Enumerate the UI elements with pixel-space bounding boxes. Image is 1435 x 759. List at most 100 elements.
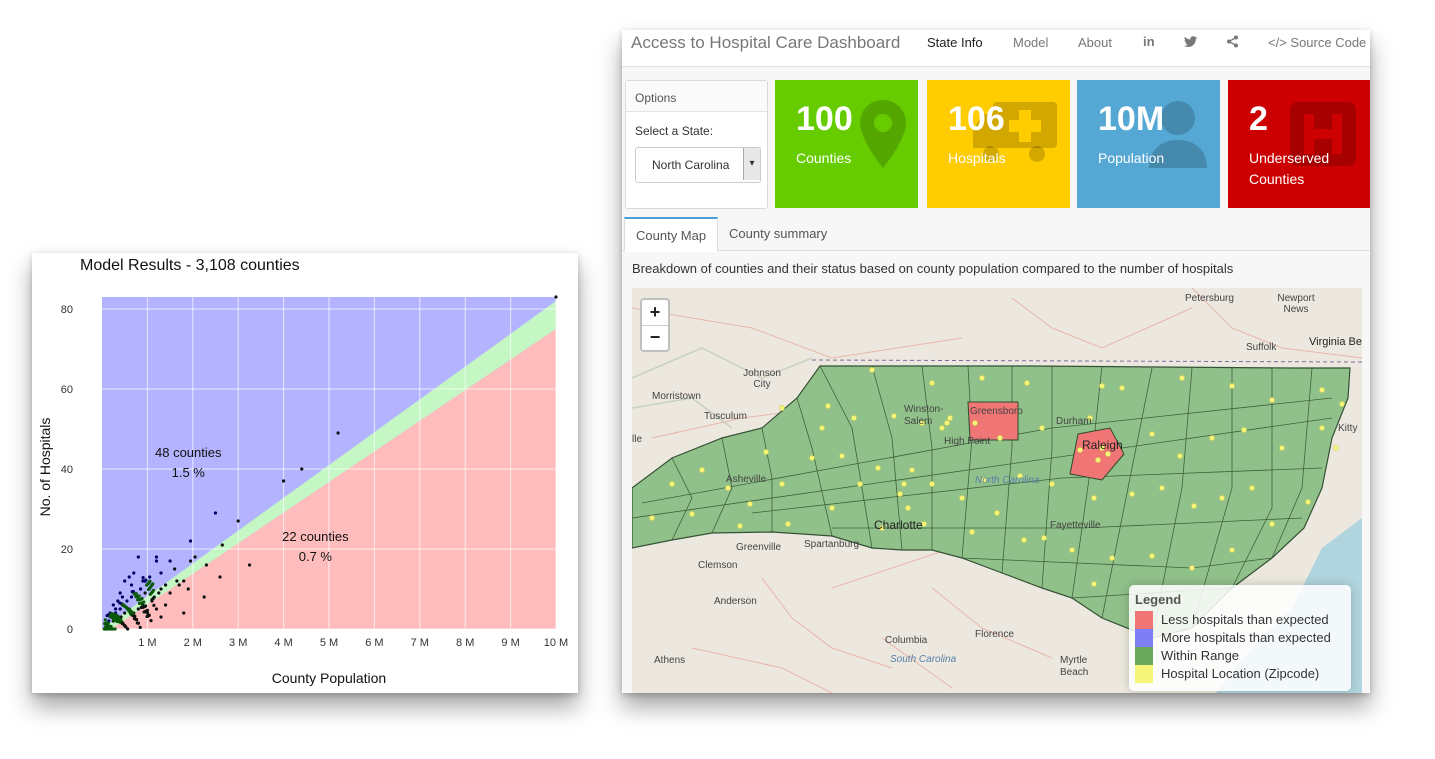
twitter-icon[interactable] <box>1184 36 1198 48</box>
hospital-marker[interactable] <box>994 510 1000 516</box>
hospital-marker[interactable] <box>1279 445 1285 451</box>
hospital-marker[interactable] <box>1149 431 1155 437</box>
hospital-marker[interactable] <box>875 465 881 471</box>
hospital-marker[interactable] <box>891 413 897 419</box>
hospital-marker[interactable] <box>763 449 769 455</box>
hospital-marker[interactable] <box>649 515 655 521</box>
hospital-marker[interactable] <box>959 495 965 501</box>
nav-state-info[interactable]: State Info <box>927 35 983 50</box>
hospital-marker[interactable] <box>1041 535 1047 541</box>
hospital-marker[interactable] <box>825 403 831 409</box>
hospital-marker[interactable] <box>1339 401 1345 407</box>
hospital-marker[interactable] <box>1269 397 1275 403</box>
hospital-marker[interactable] <box>1305 499 1311 505</box>
hospital-marker[interactable] <box>819 425 825 431</box>
hospital-marker[interactable] <box>897 491 903 497</box>
hospital-marker[interactable] <box>1319 425 1325 431</box>
hospital-marker[interactable] <box>1229 383 1235 389</box>
hospital-marker[interactable] <box>1177 453 1183 459</box>
x-axis-label: County Population <box>272 670 386 686</box>
hospital-marker[interactable] <box>1024 380 1030 386</box>
chart-annotation: 1.5 % <box>172 465 206 480</box>
hospital-marker[interactable] <box>839 453 845 459</box>
hospital-marker[interactable] <box>699 467 705 473</box>
hospital-marker[interactable] <box>669 481 675 487</box>
hospital-marker[interactable] <box>725 485 731 491</box>
hospital-marker[interactable] <box>1241 427 1247 433</box>
hospital-marker[interactable] <box>1069 547 1075 553</box>
legend-label-less: Less hospitals than expected <box>1161 612 1329 627</box>
hospital-marker[interactable] <box>1149 553 1155 559</box>
hospital-marker[interactable] <box>1209 435 1215 441</box>
hospital-marker[interactable] <box>851 415 857 421</box>
data-point <box>126 627 130 631</box>
app-title[interactable]: Access to Hospital Care Dashboard <box>631 33 900 53</box>
hospital-marker[interactable] <box>1229 547 1235 553</box>
hospital-marker[interactable] <box>1039 425 1045 431</box>
county-map[interactable]: + − Petersburg Newport News Suffolk Virg… <box>632 288 1362 693</box>
source-code-link[interactable]: </> Source Code <box>1268 35 1366 50</box>
hospital-marker[interactable] <box>1179 375 1185 381</box>
hospital-marker[interactable] <box>1249 485 1255 491</box>
hospital-marker[interactable] <box>829 505 835 511</box>
hospital-marker[interactable] <box>857 481 863 487</box>
legend-swatch-hospital <box>1135 665 1153 683</box>
hospital-marker[interactable] <box>1333 445 1339 451</box>
hospital-marker[interactable] <box>944 420 950 426</box>
chevron-down-icon[interactable]: ▾ <box>743 148 760 180</box>
hospital-marker[interactable] <box>1269 521 1275 527</box>
hospital-marker[interactable] <box>1129 491 1135 497</box>
tab-county-summary[interactable]: County summary <box>718 217 838 249</box>
hospital-marker[interactable] <box>947 415 953 421</box>
hospital-marker[interactable] <box>1091 581 1097 587</box>
hospital-marker[interactable] <box>1105 451 1111 457</box>
hospital-marker[interactable] <box>909 467 915 473</box>
legend-swatch-more <box>1135 629 1153 647</box>
nav-about[interactable]: About <box>1078 35 1112 50</box>
data-point <box>175 579 179 583</box>
zoom-in-button[interactable]: + <box>642 300 668 326</box>
map-label-asheville: Asheville <box>726 474 767 485</box>
hospital-marker[interactable] <box>1159 485 1165 491</box>
hospital-marker[interactable] <box>1119 385 1125 391</box>
hospital-marker[interactable] <box>929 380 935 386</box>
share-icon[interactable] <box>1226 35 1239 48</box>
legend-label-within: Within Range <box>1161 648 1240 663</box>
hospital-marker[interactable] <box>905 505 911 511</box>
zoom-out-button[interactable]: − <box>642 325 668 350</box>
hospital-marker[interactable] <box>689 511 695 517</box>
hospital-marker[interactable] <box>1095 457 1101 463</box>
hospital-marker[interactable] <box>929 481 935 487</box>
hospital-marker[interactable] <box>1099 383 1105 389</box>
hospital-marker[interactable] <box>747 501 753 507</box>
hospital-marker[interactable] <box>1021 537 1027 543</box>
nav-model[interactable]: Model <box>1013 35 1048 50</box>
state-select[interactable]: North Carolina ▾ <box>635 147 761 183</box>
hospital-marker[interactable] <box>901 481 907 487</box>
hospital-marker[interactable] <box>779 405 785 411</box>
hospital-marker[interactable] <box>1219 495 1225 501</box>
hospital-marker[interactable] <box>1191 503 1197 509</box>
hospital-marker[interactable] <box>737 523 743 529</box>
hospital-marker[interactable] <box>997 435 1003 441</box>
data-point <box>157 591 161 595</box>
hospital-marker[interactable] <box>1109 555 1115 561</box>
hospital-marker[interactable] <box>869 367 875 373</box>
hospital-marker[interactable] <box>969 529 975 535</box>
hospital-marker[interactable] <box>1319 387 1325 393</box>
hospital-marker[interactable] <box>1189 565 1195 571</box>
hospital-marker[interactable] <box>785 521 791 527</box>
options-title: Options <box>626 81 767 112</box>
linkedin-icon[interactable]: in <box>1143 34 1155 49</box>
hospital-marker[interactable] <box>972 420 978 426</box>
hospital-marker[interactable] <box>1049 481 1055 487</box>
tab-county-map[interactable]: County Map <box>624 217 719 252</box>
hospital-marker[interactable] <box>779 481 785 487</box>
hospital-marker[interactable] <box>1091 495 1097 501</box>
data-point <box>154 607 159 611</box>
hospital-marker[interactable] <box>809 455 815 461</box>
x-tick-label: 1 M <box>138 637 156 649</box>
hospital-marker[interactable] <box>979 375 985 381</box>
data-point <box>177 583 181 587</box>
y-axis-label: No. of Hospitals <box>37 418 53 517</box>
